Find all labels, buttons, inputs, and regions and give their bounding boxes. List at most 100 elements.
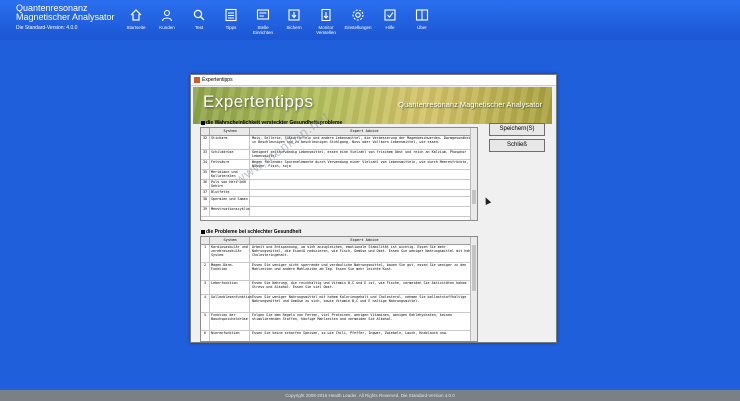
toolbar-setup-button[interactable]: Stelle Einrichten bbox=[247, 8, 279, 35]
toolbar-help-button[interactable]: Hilfe bbox=[374, 8, 406, 30]
toolbar-label: Einstellungen bbox=[344, 25, 372, 30]
row-number: 39 bbox=[201, 207, 210, 216]
app-title-line2: Magnetischer Analysator bbox=[16, 12, 115, 22]
row-system: Kardiovaskulär und zerebrovaskulär Syste… bbox=[210, 245, 250, 262]
row-system: Gallenblasenfunktion bbox=[210, 295, 252, 312]
dialog-title: Expertentipps bbox=[202, 77, 233, 83]
table-row[interactable]: 4 Gallenblasenfunktion Essen Sie weniger N… bbox=[201, 295, 477, 313]
toolbar-label: Kunden bbox=[159, 25, 175, 30]
app-version: Die Standard-Version: 4.0.0 bbox=[16, 25, 78, 31]
table-row[interactable]: 1 Kardiovaskulär und zerebrovaskulär Syst… bbox=[201, 245, 477, 263]
row-system: Blutfette bbox=[210, 190, 250, 196]
app-title: Quantenresonanz Magnetischer Analysator … bbox=[16, 4, 115, 33]
row-advice: Essen Sie weniger nicht sperrende und ve… bbox=[252, 263, 467, 272]
row-number: 38 bbox=[201, 197, 210, 206]
app-toolbar: Quantenresonanz Magnetischer Analysator … bbox=[0, 0, 740, 40]
table-row[interactable]: 2 Magen-Darm-Funktion Essen Sie weniger ni… bbox=[201, 263, 477, 281]
toolbar-tips-button[interactable]: Tipps bbox=[215, 8, 247, 30]
dialog-banner: Expertentipps Quantenresonanz Magnetisch… bbox=[193, 87, 552, 124]
table-scrollbar[interactable] bbox=[470, 237, 477, 341]
col-advice-header: Expert Advice bbox=[350, 238, 379, 242]
row-number: 4 bbox=[201, 295, 210, 312]
col-system-header: System bbox=[210, 237, 250, 244]
row-system: Spermien und Samen bbox=[210, 197, 250, 206]
row-number: 37 bbox=[201, 190, 210, 196]
row-system: Schilddrüse bbox=[210, 150, 250, 159]
row-advice: Essen Sie keine scharfen Speisen, so wie… bbox=[252, 331, 448, 335]
table-row[interactable]: 3 Leberfunktion Essen Sie Nahrung, die rei… bbox=[201, 281, 477, 295]
row-advice bbox=[250, 207, 477, 216]
download-icon bbox=[321, 8, 331, 22]
search-icon bbox=[193, 9, 205, 21]
section2-title: die Probleme bei schlechter Gesundheit bbox=[201, 229, 301, 235]
close-button[interactable]: Schließ bbox=[489, 139, 545, 152]
table-header: System Expert Advice bbox=[201, 128, 477, 136]
row-system: Sticharm bbox=[210, 136, 250, 149]
table-row[interactable]: 37 Blutfette bbox=[201, 190, 477, 197]
person-icon bbox=[161, 9, 173, 22]
section2-title-text: die Probleme bei schlechter Gesundheit bbox=[206, 229, 302, 235]
row-advice bbox=[250, 190, 477, 196]
table-row[interactable]: 39 Menstruationszyklus bbox=[201, 207, 477, 217]
toolbar-label: Monitor Verstellen bbox=[316, 25, 336, 35]
help-icon bbox=[384, 9, 396, 21]
col-system-header: System bbox=[210, 128, 250, 135]
toolbar-label: Startseite bbox=[126, 25, 146, 30]
row-number: 5 bbox=[201, 313, 210, 330]
row-advice: Folgen Sie dem Regeln von Fetten, viel P… bbox=[252, 313, 453, 322]
row-number: 1 bbox=[201, 245, 210, 262]
banner-title: Expertentipps bbox=[203, 92, 314, 111]
row-number: 32 bbox=[201, 136, 210, 149]
toolbar-label: Stelle Einrichten bbox=[252, 25, 273, 35]
save-icon bbox=[288, 9, 300, 21]
table-row[interactable]: 5 Funktion der Bauchspeicheldrüse Folgen S… bbox=[201, 313, 477, 331]
table-row[interactable]: 33 Schilddrüse Geeignet zeitaufwändig Lebe… bbox=[201, 150, 477, 160]
col-advice-header: Expert Advice bbox=[350, 129, 379, 133]
row-advice bbox=[250, 170, 477, 179]
toolbar-settings-button[interactable]: Einstellungen bbox=[342, 8, 374, 30]
row-number: 33 bbox=[201, 150, 210, 159]
table-row[interactable]: 38 Spermien und Samen bbox=[201, 197, 477, 207]
list-icon bbox=[225, 8, 237, 22]
row-advice bbox=[250, 180, 477, 189]
row-system: Leberfunktion bbox=[210, 281, 250, 294]
toolbar-about-button[interactable]: Über bbox=[406, 8, 438, 30]
section-marker-icon bbox=[201, 229, 205, 234]
gear-icon bbox=[352, 9, 364, 21]
toolbar-label: Tipps bbox=[225, 25, 237, 30]
row-number: 35 bbox=[201, 170, 210, 179]
table-header: System Expert Advice bbox=[201, 237, 477, 245]
toolbar-label: Hilfe bbox=[385, 25, 395, 30]
section-marker-icon bbox=[201, 120, 205, 125]
row-system: Funktion der Bauchspeicheldrüse bbox=[210, 313, 250, 330]
table-scrollbar[interactable] bbox=[470, 128, 477, 220]
toolbar-label: Test bbox=[194, 25, 204, 30]
banner-subtitle: Quantenresonanz Magnetischer Analysator bbox=[398, 100, 542, 109]
row-system: Nierenfunktion bbox=[210, 331, 250, 341]
row-number: 6 bbox=[201, 331, 210, 341]
toolbar-label: Sichern bbox=[286, 25, 302, 30]
app-icon bbox=[194, 77, 200, 83]
row-advice: Essen Sie weniger Nahrungsmittel mit hoh… bbox=[252, 295, 467, 304]
row-advice: Essen Sie Nahrung, die reichhaltig und V… bbox=[252, 281, 467, 290]
row-system: Menstruationszyklus bbox=[210, 207, 250, 216]
scrollbar-thumb[interactable] bbox=[472, 245, 476, 291]
table-row[interactable]: 6 Nierenfunktion Essen Sie keine scharfen … bbox=[201, 331, 477, 341]
toolbar-test-button[interactable]: Test bbox=[183, 8, 215, 30]
table-row[interactable]: 32 Sticharm Mais, Sellerie, Süßkartoffeln … bbox=[201, 136, 477, 150]
toolbar-home-button[interactable]: Startseite bbox=[120, 8, 152, 30]
save-button[interactable]: Speichern(S) bbox=[489, 123, 545, 136]
toolbar-customers-button[interactable]: Kunden bbox=[151, 8, 183, 30]
scrollbar-thumb[interactable] bbox=[472, 190, 476, 204]
row-number: 34 bbox=[201, 160, 210, 169]
settings-panel-icon bbox=[256, 9, 270, 20]
toolbar-monitor-button[interactable]: Monitor Verstellen bbox=[310, 8, 342, 35]
home-icon bbox=[130, 9, 142, 21]
poor-health-table[interactable]: System Expert Advice 1 Kardiovaskulär und… bbox=[200, 236, 478, 342]
row-number: 2 bbox=[201, 263, 210, 280]
row-advice: Arbeit und Entspannung, um sich anzuglei… bbox=[252, 245, 475, 258]
toolbar-save-button[interactable]: Sichern bbox=[278, 8, 310, 30]
row-number: 36 bbox=[201, 180, 210, 189]
expert-tips-dialog: Expertentipps Expertentipps Quantenreson… bbox=[190, 74, 557, 343]
row-advice bbox=[250, 197, 477, 206]
